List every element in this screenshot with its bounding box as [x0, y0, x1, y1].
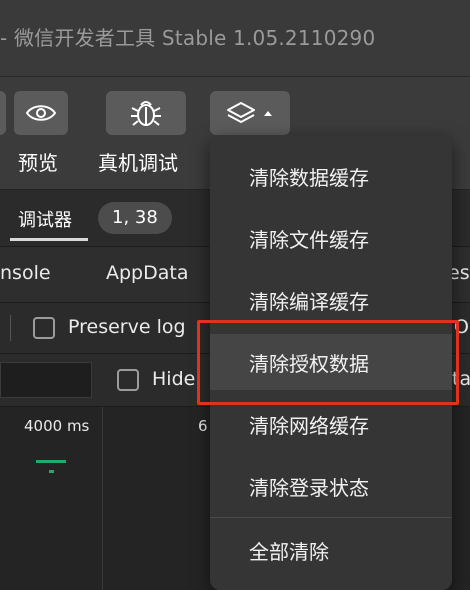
remote-debug-label: 真机调试 [98, 151, 178, 175]
menu-item-clear-data-cache[interactable]: 清除数据缓存 [210, 148, 452, 204]
menu-separator [210, 517, 452, 518]
layers-icon [227, 102, 255, 123]
bug-icon [131, 101, 161, 126]
hide-label: Hide [152, 368, 196, 390]
timeline-gridline [102, 407, 103, 590]
remote-debug-button[interactable] [106, 91, 186, 135]
timeline-tick-partial: 6 [198, 417, 208, 435]
timeline-tick-4000ms: 4000 ms [24, 417, 90, 435]
caret-up-icon [264, 111, 272, 116]
clear-cache-dropdown-button[interactable] [210, 91, 290, 135]
title-bar: - 微信开发者工具 Stable 1.05.2110290 [0, 0, 470, 77]
preview-button[interactable] [14, 91, 68, 135]
tab-console[interactable]: nsole [0, 262, 51, 284]
count-badge: 1, 38 [98, 202, 172, 234]
menu-item-clear-login-state[interactable]: 清除登录状态 [210, 458, 452, 514]
menu-item-clear-all[interactable]: 全部清除 [210, 522, 452, 578]
filter-input[interactable] [0, 362, 92, 398]
preserve-log-label: Preserve log [68, 316, 186, 338]
timeline-bar [36, 460, 66, 463]
tab-appdata[interactable]: AppData [106, 262, 189, 284]
partial-toolbar-button[interactable] [0, 91, 6, 135]
tab-debugger[interactable]: 调试器 [18, 206, 72, 232]
window-title: - 微信开发者工具 Stable 1.05.2110290 [0, 26, 376, 50]
highlight-annotation-box [197, 320, 459, 405]
timeline-bar-small [49, 470, 54, 473]
eye-icon [25, 105, 57, 121]
divider [10, 315, 11, 341]
preserve-log-checkbox[interactable] [33, 317, 55, 339]
preview-label: 预览 [18, 151, 58, 175]
active-tab-indicator [10, 238, 88, 241]
hide-checkbox[interactable] [117, 369, 139, 391]
menu-item-clear-file-cache[interactable]: 清除文件缓存 [210, 210, 452, 266]
